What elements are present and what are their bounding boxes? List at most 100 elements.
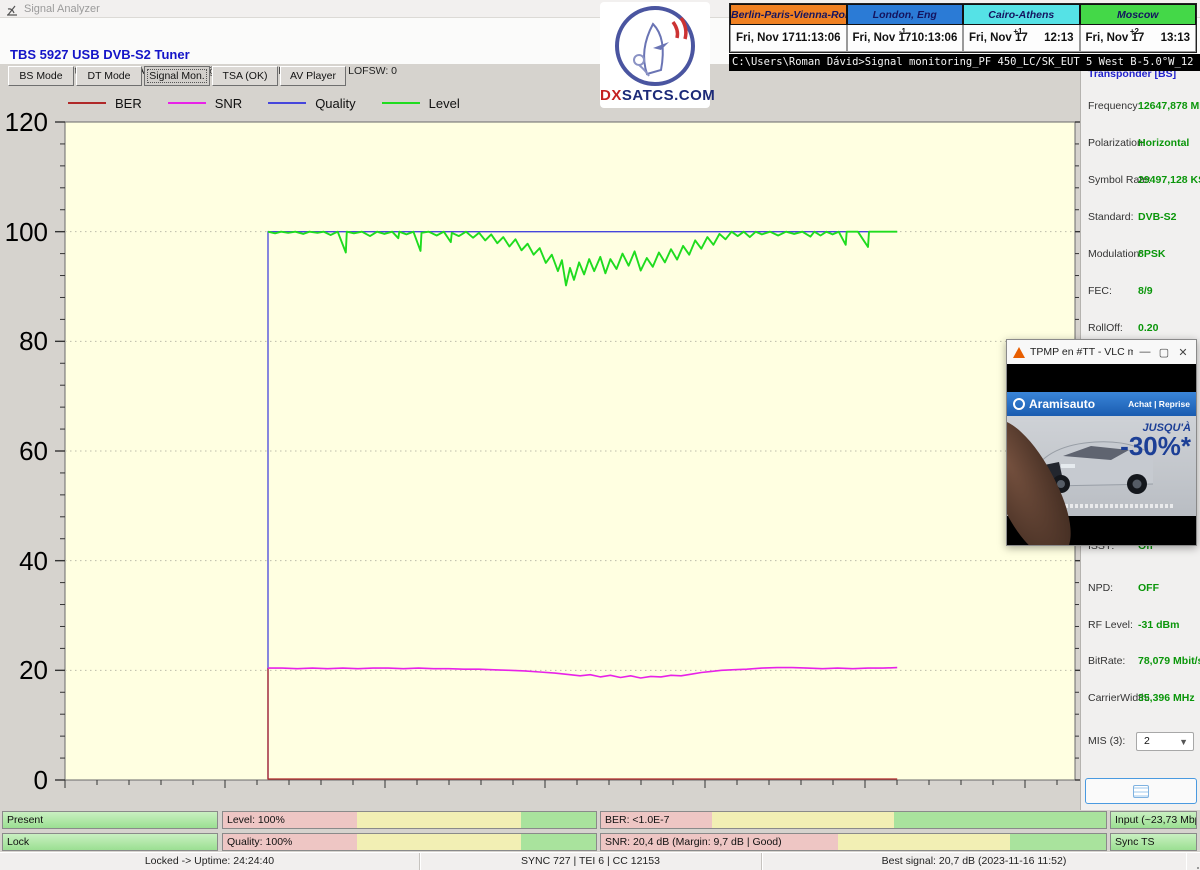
signal-chart: [50, 115, 1090, 795]
utc-offset: -1: [899, 27, 906, 36]
tab-signal-mon[interactable]: Signal Mon.: [144, 66, 210, 86]
transponder-row-npd: NPD:OFF: [1081, 582, 1200, 598]
field-value: 35,396 MHz: [1138, 692, 1195, 704]
clock-city-berlin-paris-vienna-roma: Berlin-Paris-Vienna-Roma: [730, 4, 847, 25]
meter-label: Level: 100%: [227, 812, 285, 829]
y-tick-label-120: 120: [2, 108, 48, 136]
close-icon[interactable]: ✕: [1176, 346, 1190, 359]
field-value: OFF: [1138, 582, 1159, 594]
meter-input-23-73-mbps: Input (~23,73 Mbps): [1110, 811, 1197, 829]
field-value: 0.20: [1138, 322, 1158, 334]
utc-offset: +2: [1130, 27, 1139, 36]
field-label: Frequency:: [1088, 100, 1141, 112]
mis-select[interactable]: 2 ▼: [1136, 732, 1194, 751]
tab-dt-mode[interactable]: DT Mode: [76, 66, 142, 86]
ad-nav-links: Achat | Reprise: [1128, 399, 1190, 409]
device-icon: [1133, 785, 1149, 798]
brand-logo-icon: [1013, 398, 1025, 410]
meter-label: BER: <1.0E-7: [605, 812, 670, 829]
vlc-titlebar[interactable]: TPMP en #TT - VLC med... — ▢ ✕: [1007, 340, 1196, 364]
clock-time-value: 13:13: [1161, 32, 1190, 44]
clock-time-value: 12:13: [1044, 32, 1073, 44]
tab-av-player[interactable]: AV Player: [280, 66, 346, 86]
field-label: FEC:: [1088, 285, 1112, 297]
meter-present: Present: [2, 811, 218, 829]
y-tick-label-0: 0: [2, 766, 48, 794]
transponder-row-symbol-rate: Symbol Rate:29497,128 KS/s: [1081, 174, 1200, 190]
meter-level: Level: 100%: [222, 811, 597, 829]
signal-analyzer-window: Signal Analyzer TBS 5927 USB DVB-S2 Tune…: [0, 0, 1200, 870]
tuner-name: TBS 5927 USB DVB-S2 Tuner: [10, 47, 190, 62]
meter-segment: [357, 812, 521, 828]
y-tick-label-40: 40: [2, 547, 48, 575]
transponder-row-modulation: Modulation:8PSK: [1081, 248, 1200, 264]
transponder-row-polarization: Polarization:Horizontal: [1081, 137, 1200, 153]
brand-name: Aramisauto: [1029, 397, 1095, 411]
clock-city-cairo-athens: Cairo-Athens: [963, 4, 1080, 25]
statusbar-sync-info: SYNC 727 | TEI 6 | CC 12153: [420, 853, 762, 870]
field-value: 29497,128 KS/s: [1138, 174, 1200, 186]
legend-label: SNR: [215, 96, 242, 111]
meter-lock: Lock: [2, 833, 218, 851]
meter-label: SNR: 20,4 dB (Margin: 9,7 dB | Good): [605, 834, 782, 851]
meter-segment: [521, 834, 596, 850]
field-label: RF Level:: [1088, 619, 1133, 631]
meter-snr: SNR: 20,4 dB (Margin: 9,7 dB | Good): [600, 833, 1107, 851]
tab-bar: BS ModeDT ModeSignal Mon.TSA (OK)AV Play…: [8, 66, 346, 86]
meter-label: Present: [7, 812, 43, 829]
app-dish-icon: [6, 3, 18, 15]
transponder-row-rf-level: RF Level: -31 dBm: [1081, 619, 1200, 635]
statusbar: Locked -> Uptime: 24:24:40 SYNC 727 | TE…: [0, 852, 1200, 870]
y-tick-label-20: 20: [2, 656, 48, 684]
vlc-video-area[interactable]: Aramisauto Achat | Reprise JUSQU'À: [1007, 364, 1196, 545]
panel-action-button[interactable]: [1085, 778, 1197, 804]
utc-offset: +1: [1013, 27, 1022, 36]
field-value: Horizontal: [1138, 137, 1189, 149]
field-value: 8PSK: [1138, 248, 1165, 260]
clock-time-value: 10:13:06: [911, 32, 957, 44]
meter-segment: [521, 812, 596, 828]
minimize-icon[interactable]: —: [1138, 346, 1152, 358]
clock-date: Fri, Nov 17: [736, 32, 795, 44]
legend-line-snr: [168, 102, 206, 104]
statusbar-best-signal: Best signal: 20,7 dB (2023-11-16 11:52): [762, 853, 1186, 870]
field-value: -31 dBm: [1138, 619, 1179, 631]
meter-ber: BER: <1.0E-7: [600, 811, 1107, 829]
y-tick-label-80: 80: [2, 327, 48, 355]
ad-header: Aramisauto Achat | Reprise: [1007, 392, 1196, 416]
chart-legend: BERSNRQualityLevel: [68, 92, 460, 114]
transponder-row-carrierwidth: CarrierWidth:35,396 MHz: [1081, 692, 1200, 708]
clock-city-london-eng: London, Eng: [847, 4, 964, 25]
promo-text: JUSQU'À -30%*: [1120, 422, 1191, 458]
meter-segment: [894, 812, 1106, 828]
transponder-row-fec: FEC:8/9: [1081, 285, 1200, 301]
field-value: 12647,878 MHz: [1138, 100, 1200, 112]
satellite-dish-icon: [609, 4, 701, 88]
legend-label: BER: [115, 96, 142, 111]
meter-segment: [1010, 834, 1106, 850]
meter-quality: Quality: 100%: [222, 833, 597, 851]
logo-text: DXSATCS.COM: [600, 87, 710, 105]
resize-grip[interactable]: [1187, 857, 1199, 869]
legend-item-ber: BER: [68, 96, 142, 111]
tab-bs-mode[interactable]: BS Mode: [8, 66, 74, 86]
y-tick-label-100: 100: [2, 218, 48, 246]
maximize-icon[interactable]: ▢: [1157, 346, 1171, 359]
meter-label: Lock: [7, 834, 29, 851]
meter-label: Sync TS: [1115, 834, 1155, 851]
mis-label: MIS (3):: [1088, 735, 1125, 747]
field-value: DVB-S2: [1138, 211, 1177, 223]
car-ad: Aramisauto Achat | Reprise JUSQU'À: [1007, 392, 1196, 516]
transponder-row-standard: Standard:DVB-S2: [1081, 211, 1200, 227]
clock-time-london-eng: Fri, Nov 17-110:13:06: [847, 25, 964, 52]
field-label: RollOff:: [1088, 322, 1123, 334]
clock-city-moscow: Moscow: [1080, 4, 1197, 25]
console-line: C:\Users\Roman Dávid>Signal monitoring_P…: [729, 54, 1200, 71]
tab-tsa-ok[interactable]: TSA (OK): [212, 66, 278, 86]
transponder-row-bitrate: BitRate:78,079 Mbit/s: [1081, 655, 1200, 671]
mis-row: MIS (3): 2 ▼: [1081, 732, 1200, 752]
legend-line-quality: [268, 102, 306, 104]
meter-segment: [712, 812, 894, 828]
vlc-cone-icon: [1013, 347, 1025, 358]
legend-label: Level: [429, 96, 460, 111]
